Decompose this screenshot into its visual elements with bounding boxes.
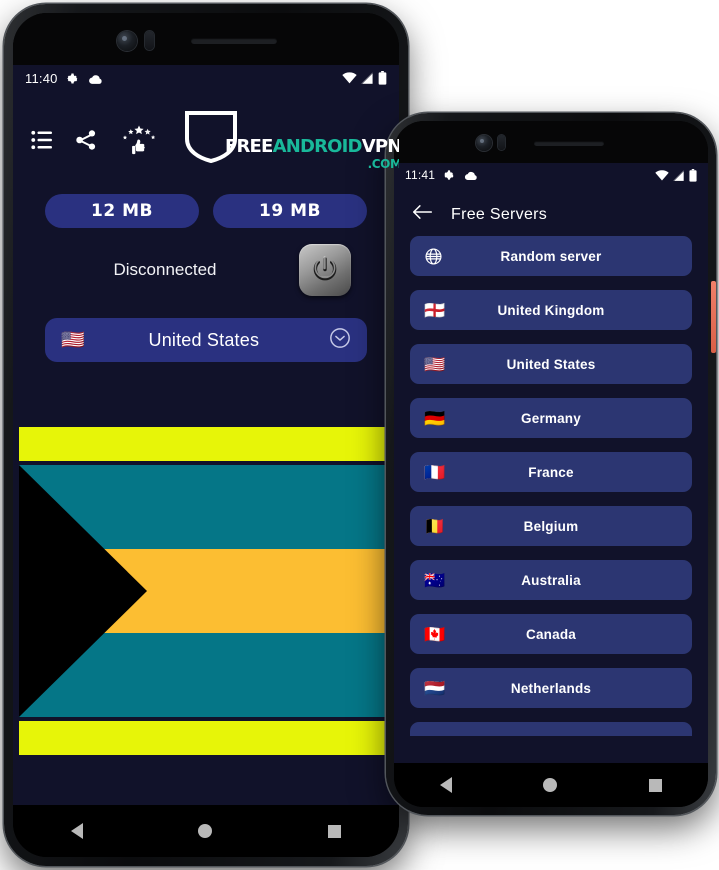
brand-logo: FREEANDROIDVPN .COM (181, 109, 399, 170)
server-row-belgium[interactable]: 🇧🇪 Belgium (410, 506, 692, 546)
data-usage-row: 12 MB 19 MB (13, 170, 399, 228)
flag-band-top (19, 427, 393, 461)
proximity-sensor-icon (145, 31, 154, 50)
device-top-bezel (13, 13, 399, 65)
brand-android: ANDROID (272, 136, 363, 157)
nav-back-button[interactable] (70, 823, 83, 839)
phone-screen-bezel-secondary: 11:41 (394, 121, 708, 807)
server-list: Random server 🏴󠁧󠁢󠁥󠁮󠁧󠁿 United Kingdom 🇺🇸 … (394, 236, 708, 736)
battery-icon (378, 71, 387, 85)
download-usage-pill[interactable]: 12 MB (45, 194, 199, 228)
list-icon[interactable] (31, 130, 53, 150)
server-name: Canada (526, 626, 576, 642)
server-name: France (528, 464, 574, 480)
flag-main-body (19, 465, 393, 717)
phone-device-secondary: 11:41 (386, 113, 716, 815)
app-bar-free-servers: Free Servers (394, 187, 708, 236)
server-name: Random server (500, 248, 602, 264)
server-name: Belgium (523, 518, 579, 534)
earpiece-speaker-icon (534, 141, 604, 146)
server-row-canada[interactable]: 🇨🇦 Canada (410, 614, 692, 654)
brand-dotcom: .COM (367, 157, 399, 171)
android-nav-bar-primary (13, 805, 399, 857)
server-name: Netherlands (510, 680, 592, 696)
server-row-australia[interactable]: 🇦🇺 Australia (410, 560, 692, 600)
device-side-button[interactable] (711, 281, 716, 353)
rate-us-icon[interactable] (119, 124, 159, 155)
status-bar-primary: 11:40 (13, 65, 399, 91)
server-name: Australia (521, 572, 581, 588)
connection-status-text: Disconnected (113, 260, 217, 279)
flag-black-triangle (19, 465, 147, 717)
nav-home-button[interactable] (198, 824, 213, 838)
nav-home-button[interactable] (543, 778, 558, 792)
app-toolbar-primary: FREEANDROIDVPN .COM (13, 91, 399, 170)
flag-icon-netherlands: 🇳🇱 (424, 678, 446, 698)
flag-icon-canada: 🇨🇦 (424, 624, 446, 644)
nav-recents-button[interactable] (649, 778, 663, 792)
server-name: United States (506, 356, 596, 372)
server-row-france[interactable]: 🇫🇷 France (410, 452, 692, 492)
server-row-united-kingdom[interactable]: 🏴󠁧󠁢󠁥󠁮󠁧󠁿 United Kingdom (410, 290, 692, 330)
signal-icon (361, 72, 374, 84)
flag-icon-belgium: 🇧🇪 (424, 516, 446, 536)
status-time: 11:41 (405, 168, 436, 182)
power-button[interactable] (299, 244, 351, 296)
nav-recents-button[interactable] (328, 824, 342, 838)
brand-wordmark: FREEANDROIDVPN .COM (225, 136, 399, 171)
android-nav-bar-secondary (394, 763, 708, 807)
signal-icon (673, 169, 685, 181)
selected-country-label: United States (148, 329, 260, 350)
brand-vpn: VPN (361, 136, 399, 157)
page-title: Free Servers (451, 205, 548, 223)
globe-icon (424, 247, 450, 266)
flag-icon-australia: 🇦🇺 (424, 570, 446, 590)
country-selector-row: 🇺🇸 United States (13, 296, 399, 362)
flag-icon-france: 🇫🇷 (424, 462, 446, 482)
chevron-down-icon[interactable] (329, 327, 351, 354)
proximity-sensor-icon (498, 135, 505, 150)
app-screen-primary: 11:40 FREEANDROIDVPN .COM 12 MB 19 MB Di… (13, 65, 399, 805)
flag-icon-united-kingdom: 🏴󠁧󠁢󠁥󠁮󠁧󠁿 (424, 300, 446, 320)
gear-icon (443, 169, 455, 181)
status-bar-secondary: 11:41 (394, 163, 708, 187)
app-screen-secondary: 11:41 (394, 163, 708, 765)
server-row-random[interactable]: Random server (410, 236, 692, 276)
back-arrow-icon[interactable] (412, 203, 433, 226)
nav-back-button[interactable] (439, 777, 452, 793)
cloud-icon (87, 73, 103, 84)
cloud-icon (463, 170, 478, 181)
flag-band-bottom (19, 721, 393, 755)
wifi-icon (342, 72, 357, 84)
status-time: 11:40 (25, 70, 58, 86)
phone-device-primary: 11:40 FREEANDROIDVPN .COM 12 MB 19 MB Di… (4, 4, 408, 866)
server-row-germany[interactable]: 🇩🇪 Germany (410, 398, 692, 438)
upload-usage-pill[interactable]: 19 MB (213, 194, 367, 228)
flag-icon-germany: 🇩🇪 (424, 408, 446, 428)
country-select[interactable]: 🇺🇸 United States (45, 318, 367, 362)
country-flag-banner (19, 427, 393, 757)
gear-icon (66, 72, 79, 85)
connection-status-row: Disconnected (13, 228, 399, 296)
front-camera-icon (476, 135, 492, 151)
flag-icon-united-states: 🇺🇸 (61, 329, 85, 351)
device-top-bezel-secondary (394, 121, 708, 163)
server-row-united-states[interactable]: 🇺🇸 United States (410, 344, 692, 384)
flag-icon-united-states: 🇺🇸 (424, 354, 446, 374)
phone-screen-bezel-primary: 11:40 FREEANDROIDVPN .COM 12 MB 19 MB Di… (13, 13, 399, 857)
server-row-partial[interactable] (410, 722, 692, 736)
earpiece-speaker-icon (191, 38, 277, 44)
front-camera-icon (117, 31, 137, 51)
wifi-icon (655, 169, 669, 181)
screenshot-stage: 11:40 FREEANDROIDVPN .COM 12 MB 19 MB Di… (0, 0, 719, 870)
battery-icon (689, 168, 697, 182)
server-row-netherlands[interactable]: 🇳🇱 Netherlands (410, 668, 692, 708)
server-name: United Kingdom (497, 302, 605, 318)
share-icon[interactable] (75, 129, 97, 151)
server-name: Germany (521, 410, 581, 426)
brand-free: FREE (225, 136, 273, 157)
